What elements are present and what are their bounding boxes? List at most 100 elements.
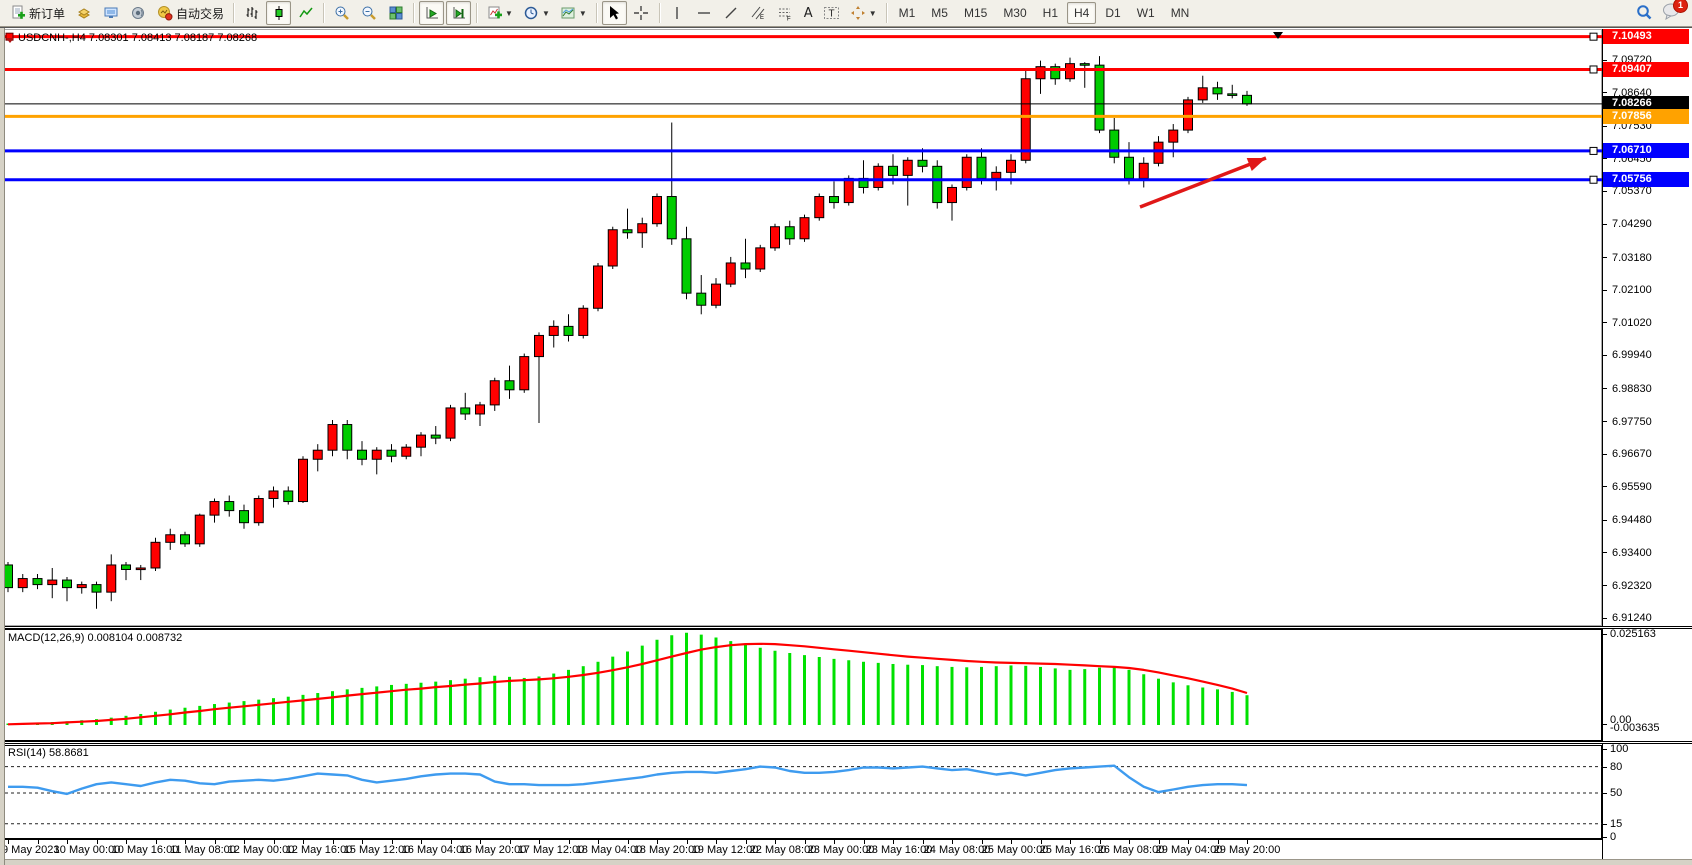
tf-M15[interactable]: M15: [957, 2, 994, 24]
chart-shift-icon: [450, 5, 467, 22]
pane-splitter[interactable]: [0, 626, 1692, 629]
candlestick-chart-button[interactable]: [266, 1, 291, 25]
time-label: 22 May 08:00: [750, 844, 817, 856]
separator: [233, 3, 234, 23]
text-button[interactable]: A: [800, 1, 817, 25]
time-axis[interactable]: 9 May 202310 May 00:0010 May 16:0011 May…: [0, 839, 1692, 859]
clock-icon: [523, 5, 540, 22]
time-label: 26 May 08:00: [1098, 844, 1165, 856]
pane-splitter[interactable]: [0, 741, 1692, 744]
time-label: 25 May 00:00: [982, 844, 1049, 856]
time-label: 29 May 04:00: [1156, 844, 1223, 856]
arrows-icon: [850, 5, 867, 22]
line-chart-button[interactable]: [293, 1, 318, 25]
price-tick-label: 6.93400: [1612, 546, 1652, 560]
chart-title: USDCNH-,H4 7.08301 7.08413 7.08187 7.082…: [18, 32, 257, 44]
dropdown-caret[interactable]: ▼: [579, 9, 587, 18]
vertical-line-button[interactable]: [665, 1, 690, 25]
chart-shift-button[interactable]: [446, 1, 471, 25]
main-chart-pane[interactable]: [0, 29, 1602, 626]
templates-button[interactable]: ▼: [556, 1, 591, 25]
tile-windows-button[interactable]: [383, 1, 408, 25]
zoom-out-button[interactable]: [356, 1, 381, 25]
chat-button[interactable]: 1: [1662, 2, 1682, 25]
line-handle[interactable]: [1590, 176, 1597, 183]
separator: [886, 3, 887, 23]
gold-icon: [75, 5, 92, 22]
rsi-axis-label: 100: [1610, 742, 1628, 756]
periods-button[interactable]: ▼: [519, 1, 554, 25]
time-label: 29 May 20:00: [1214, 844, 1281, 856]
price-tick-label: 7.02100: [1612, 283, 1652, 297]
auto-trading-button[interactable]: 自动交易: [152, 1, 228, 25]
bar-chart-button[interactable]: [239, 1, 264, 25]
tf-M1[interactable]: M1: [892, 2, 923, 24]
tf-M5[interactable]: M5: [924, 2, 955, 24]
price-tick-label: 6.99940: [1612, 348, 1652, 362]
tile-windows-icon: [387, 5, 404, 22]
line-handle[interactable]: [1590, 33, 1597, 40]
rsi-axis-label: 0: [1610, 830, 1616, 844]
time-label: 9 May 2023: [2, 844, 59, 856]
time-label: 19 May 12:00: [692, 844, 759, 856]
price-badge-7.07856: 7.07856: [1603, 109, 1689, 124]
tf-W1[interactable]: W1: [1130, 2, 1162, 24]
tf-MN[interactable]: MN: [1164, 2, 1197, 24]
search-icon[interactable]: [1635, 5, 1652, 22]
dropdown-caret[interactable]: ▼: [869, 9, 877, 18]
signals-button[interactable]: [125, 1, 150, 25]
price-tick-label: 7.01020: [1612, 316, 1652, 330]
time-label: 25 May 16:00: [1040, 844, 1107, 856]
data-window-button[interactable]: [98, 1, 123, 25]
auto-scroll-button[interactable]: [419, 1, 444, 25]
rsi-pane[interactable]: [0, 745, 1602, 839]
macd-axis-label: 0.025163: [1610, 627, 1656, 641]
macd-pane[interactable]: [0, 629, 1602, 741]
trendline-button[interactable]: [719, 1, 744, 25]
toolbar-right: 1: [1635, 2, 1692, 25]
line-handle[interactable]: [1590, 147, 1597, 154]
price-tick-label: 6.97750: [1612, 415, 1652, 429]
dropdown-caret[interactable]: ▼: [505, 9, 513, 18]
cursor-button[interactable]: [602, 1, 627, 25]
time-label: 12 May 00:00: [228, 844, 295, 856]
tf-D1[interactable]: D1: [1098, 2, 1127, 24]
market-watch-button[interactable]: [71, 1, 96, 25]
time-label: 18 May 20:00: [634, 844, 701, 856]
price-axis[interactable]: 7.097207.086407.075307.064507.053707.042…: [1602, 29, 1692, 859]
price-badge-7.10493: 7.10493: [1603, 29, 1689, 44]
line-chart-icon: [297, 5, 314, 22]
fibonacci-icon: F: [777, 5, 794, 22]
candlestick-icon: [270, 5, 287, 22]
price-tick-label: 6.94480: [1612, 513, 1652, 527]
crosshair-button[interactable]: [629, 1, 654, 25]
text-label-button[interactable]: T: [819, 1, 844, 25]
notification-badge: 1: [1673, 0, 1688, 13]
dropdown-caret[interactable]: ▼: [542, 9, 550, 18]
window-bottom-edge: [0, 859, 1692, 865]
time-label: 11 May 08:00: [170, 844, 236, 856]
tf-H4[interactable]: H4: [1067, 2, 1096, 24]
line-handle[interactable]: [1590, 66, 1597, 73]
arrows-button[interactable]: ▼: [846, 1, 881, 25]
separator: [413, 3, 414, 23]
indicators-button[interactable]: ▼: [482, 1, 517, 25]
crosshair-icon: [633, 5, 650, 22]
equidistant-channel-button[interactable]: E: [746, 1, 771, 25]
new-order-button[interactable]: 新订单: [5, 1, 69, 25]
auto-scroll-icon: [423, 5, 440, 22]
price-tick-label: 6.96670: [1612, 447, 1652, 461]
fibonacci-button[interactable]: F: [773, 1, 798, 25]
time-label: 10 May 00:00: [54, 844, 121, 856]
price-axis-separator: [1602, 29, 1603, 859]
separator: [323, 3, 324, 23]
horizontal-line-button[interactable]: [692, 1, 717, 25]
text-icon: A: [804, 6, 813, 21]
signal-icon: [129, 5, 146, 22]
zoom-in-button[interactable]: [329, 1, 354, 25]
monitor-icon: [102, 5, 119, 22]
price-badge-7.06710: 7.06710: [1603, 143, 1689, 158]
tf-H1[interactable]: H1: [1036, 2, 1065, 24]
timeframe-group: M1M5M15M30H1H4D1W1MN: [891, 2, 1198, 24]
tf-M30[interactable]: M30: [996, 2, 1033, 24]
